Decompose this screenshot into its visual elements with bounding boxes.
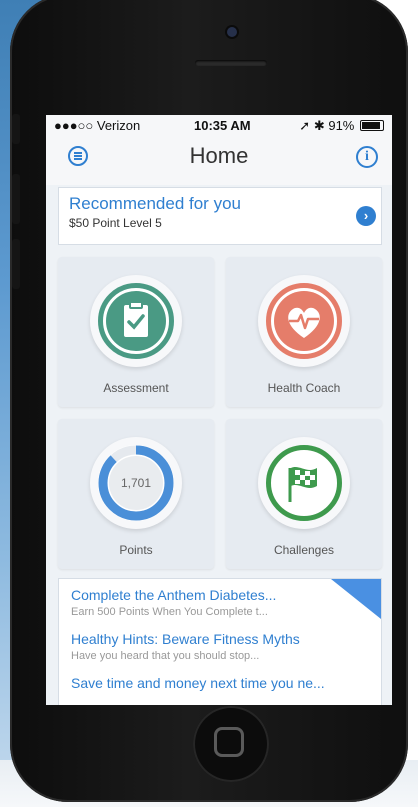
- mute-switch: [12, 114, 20, 144]
- carrier-label: ●●●○○ Verizon: [54, 118, 141, 133]
- health-coach-ring: [258, 275, 350, 367]
- feed-item-title: Save time and money next time you ne...: [71, 675, 325, 691]
- assessment-ring: [90, 275, 182, 367]
- tile-label: Assessment: [103, 381, 169, 395]
- feed-item-title: Complete the Anthem Diabetes...: [71, 587, 277, 603]
- checkered-flag-icon: [274, 453, 334, 513]
- home-square-icon: [214, 727, 244, 757]
- feed-item-subtitle: Earn 500 Points When You Complete t...: [71, 606, 268, 618]
- earpiece-speaker: [195, 60, 267, 66]
- points-ring: 1,701: [90, 437, 182, 529]
- battery-icon: [360, 120, 384, 131]
- app-screen: ●●●○○ Verizon 10:35 AM ➚ ✱ 91% Home i Re…: [46, 115, 392, 705]
- assessment-ring-inner: [98, 283, 174, 359]
- recommended-card[interactable]: Recommended for you $50 Point Level 5 ›: [58, 187, 382, 245]
- tile-label: Health Coach: [267, 381, 341, 395]
- front-camera: [227, 27, 237, 37]
- challenges-ring-inner: [266, 445, 342, 521]
- home-button[interactable]: [193, 706, 269, 782]
- feed-item[interactable]: Save time and money next time you ne...: [71, 675, 325, 691]
- feed-item[interactable]: Healthy Hints: Beware Fitness Myths Have…: [71, 631, 300, 662]
- tile-label: Points: [119, 543, 153, 557]
- page-title: Home: [189, 143, 249, 168]
- location-icon: ➚: [299, 118, 311, 133]
- clipboard-check-icon: [106, 291, 166, 351]
- feed-item-title: Healthy Hints: Beware Fitness Myths: [71, 631, 300, 647]
- challenges-ring: [258, 437, 350, 529]
- tile-label: Challenges: [273, 543, 335, 557]
- points-ring-inner: 1,701: [98, 445, 174, 521]
- new-badge-corner: [331, 579, 381, 619]
- tile-assessment[interactable]: Assessment: [58, 257, 214, 407]
- recommended-subtitle: $50 Point Level 5: [69, 216, 162, 230]
- feed-item[interactable]: Complete the Anthem Diabetes... Earn 500…: [71, 587, 276, 618]
- status-right: ➚ ✱ 91%: [299, 118, 384, 134]
- news-feed: Complete the Anthem Diabetes... Earn 500…: [58, 578, 382, 705]
- volume-up-button: [12, 174, 20, 224]
- battery-percent: 91%: [328, 118, 355, 133]
- tile-health-coach[interactable]: Health Coach: [226, 257, 382, 407]
- points-value: 1,701: [120, 476, 152, 490]
- chevron-right-icon[interactable]: ›: [356, 206, 376, 226]
- status-bar: ●●●○○ Verizon 10:35 AM ➚ ✱ 91%: [46, 115, 392, 135]
- recommended-title: Recommended for you: [69, 194, 241, 213]
- tile-challenges[interactable]: Challenges: [226, 419, 382, 569]
- clock: 10:35 AM: [194, 118, 251, 133]
- tile-points[interactable]: 1,701 Points: [58, 419, 214, 569]
- heart-pulse-icon: [274, 291, 334, 351]
- health-coach-ring-inner: [266, 283, 342, 359]
- bluetooth-icon: ✱: [313, 118, 325, 133]
- volume-down-button: [12, 239, 20, 289]
- feed-item-subtitle: Have you heard that you should stop...: [71, 650, 260, 662]
- info-icon[interactable]: i: [356, 146, 378, 168]
